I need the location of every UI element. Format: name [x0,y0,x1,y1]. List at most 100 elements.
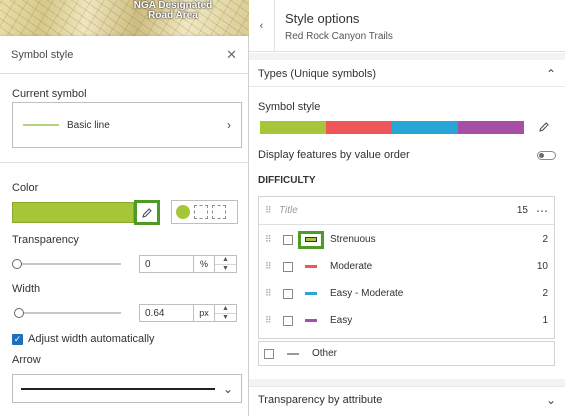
value-checkbox[interactable] [283,315,293,326]
chevron-down-icon: ⌄ [545,392,556,407]
back-button[interactable]: ‹ [249,0,275,52]
other-category-row: Other [258,341,555,366]
recent-color-swatch[interactable] [176,205,190,219]
other-checkbox[interactable] [264,348,274,359]
value-row-easy-moderate: ⠿ Easy - Moderate 2 [259,280,554,307]
width-slider[interactable] [17,312,121,314]
ramp-color-3 [458,121,524,134]
types-section-title: Types (Unique symbols) [258,67,376,80]
transparency-label: Transparency [12,234,79,246]
value-symbol-swatch [305,319,317,322]
display-order-toggle[interactable] [537,151,556,160]
value-symbol-button[interactable] [298,230,324,249]
value-symbol-button[interactable] [298,312,324,330]
style-options-panel: ‹ Style options Red Rock Canyon Trails T… [249,0,565,416]
other-label: Other [312,348,338,359]
width-label: Width [12,283,41,295]
other-symbol[interactable] [280,345,306,363]
ramp-color-0 [260,121,326,134]
chevron-down-icon[interactable]: ▼ [215,312,236,322]
color-swatch[interactable] [12,202,134,223]
chevron-left-icon: ‹ [259,20,264,32]
value-row-strenuous: ⠿ Strenuous 2 [259,226,554,253]
empty-swatch-slot[interactable] [212,205,226,219]
color-ramp[interactable] [260,121,524,134]
symbol-style-header: Symbol style ✕ [0,36,248,74]
current-symbol-selector[interactable]: Basic line › [12,102,242,148]
style-options-title: Style options [285,11,360,26]
width-stepper[interactable]: ▲ ▼ [215,304,237,322]
chevron-up-icon[interactable]: ▲ [215,256,236,264]
adjust-width-checkbox[interactable]: ✓ Adjust width automatically [12,333,155,345]
symbol-style-label: Symbol style [258,101,321,113]
ramp-color-1 [326,121,392,134]
transparency-attr-title: Transparency by attribute [258,393,383,406]
transparency-stepper[interactable]: ▲ ▼ [215,255,237,273]
value-count: 2 [542,288,548,299]
width-slider-thumb[interactable] [14,308,24,318]
width-input[interactable]: 0.64 [139,304,194,322]
value-row-easy: ⠿ Easy 1 [259,307,554,334]
layer-name: Red Rock Canyon Trails [285,31,393,42]
map-view[interactable]: NGA Designated Road Area [0,0,249,36]
arrow-select[interactable]: ⌄ [12,374,242,403]
arrow-style-preview [21,387,215,390]
display-order-label: Display features by value order [258,149,410,161]
chevron-down-icon[interactable]: ▼ [215,263,236,273]
value-count: 2 [542,234,548,245]
width-unit: px [194,304,215,322]
section-gap [249,379,565,386]
checkmark-icon: ✓ [12,333,23,345]
value-symbol-button[interactable] [298,285,324,303]
transparency-input[interactable]: 0 [139,255,194,273]
value-label: Moderate [330,261,373,272]
value-checkbox[interactable] [283,261,293,272]
current-symbol-name: Basic line [67,119,110,131]
transparency-slider[interactable] [17,263,121,265]
value-label: Strenuous [330,234,376,245]
chevron-down-icon: ⌄ [222,381,233,396]
types-section-header[interactable]: Types (Unique symbols) ⌃ [249,61,565,87]
section-gap [249,53,565,60]
value-symbol-button[interactable] [298,258,324,276]
chevron-up-icon: ⌃ [545,66,556,81]
field-heading: DIFFICULTY [258,175,316,186]
symbol-preview-line [23,124,59,126]
current-symbol-label: Current symbol [12,88,87,100]
adjust-width-label: Adjust width automatically [28,333,155,345]
transparency-attr-section-header[interactable]: Transparency by attribute ⌄ [249,386,565,412]
drag-handle-icon[interactable]: ⠿ [265,205,279,216]
symbol-style-panel: Symbol style ✕ Current symbol Basic line… [0,36,249,416]
value-checkbox[interactable] [283,288,293,299]
value-count: 10 [536,261,548,272]
pencil-icon [142,207,152,218]
drag-handle-icon[interactable]: ⠿ [265,288,279,299]
value-checkbox[interactable] [283,234,293,245]
chevron-up-icon[interactable]: ▲ [215,305,236,313]
pencil-icon[interactable] [538,121,550,133]
divider [0,162,249,163]
total-count: 15 [516,205,528,216]
drag-handle-icon[interactable]: ⠿ [265,261,279,272]
drag-handle-icon[interactable]: ⠿ [265,234,279,245]
swatch-options [171,200,238,224]
transparency-slider-thumb[interactable] [12,259,22,269]
transparency-unit: % [194,255,215,273]
edit-color-button[interactable] [134,200,160,225]
more-options-icon[interactable]: ⋯ [536,204,548,218]
color-label: Color [12,182,39,194]
unique-values-table: ⠿ Title 15 ⋯ ⠿ Strenuous 2 ⠿ Moderate 10 ⠿ Easy… [258,196,555,339]
value-row-moderate: ⠿ Moderate 10 [259,253,554,280]
value-label: Easy [330,315,353,326]
symbol-style-title: Symbol style [11,48,74,61]
empty-swatch-slot[interactable] [194,205,208,219]
drag-handle-icon[interactable]: ⠿ [265,315,279,326]
legend-title-input[interactable]: Title [279,205,517,216]
value-symbol-swatch [305,292,317,295]
legend-title-row: ⠿ Title 15 ⋯ [259,197,554,225]
chevron-right-icon: › [227,118,231,132]
other-symbol-line [287,352,299,355]
ramp-color-2 [392,121,458,134]
close-icon[interactable]: ✕ [226,47,237,63]
value-label: Easy - Moderate [330,288,404,299]
